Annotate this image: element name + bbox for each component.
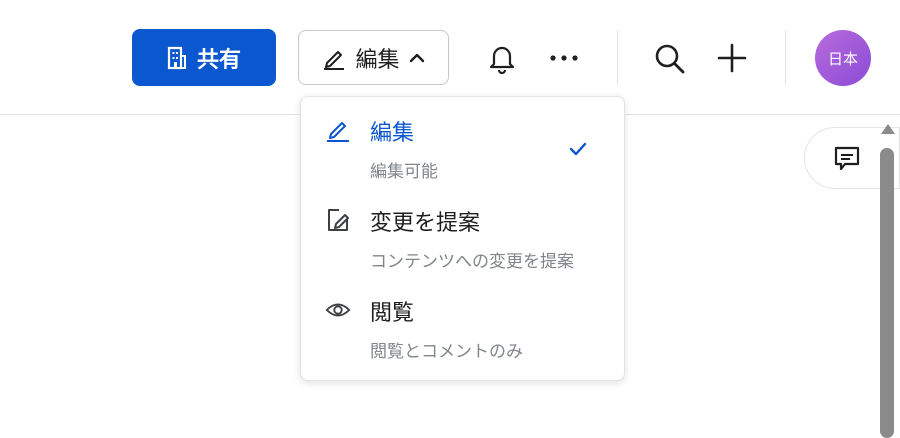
vertical-scrollbar[interactable] [878, 124, 896, 438]
checkmark-icon [569, 141, 587, 160]
menu-item-subtitle: 閲覧とコメントのみ [370, 342, 523, 362]
pencil-icon [325, 117, 351, 143]
editing-mode-label: 編集 [355, 47, 400, 73]
building-icon [167, 46, 187, 70]
editing-mode-button[interactable]: 編集 [298, 30, 449, 85]
scrollbar-thumb[interactable] [880, 148, 894, 438]
editing-mode-menu: 編集 編集可能 変更を提案 コンテンツへの変更を提案 閲覧 閲覧とコメントのみ [300, 96, 625, 381]
chevron-up-icon [408, 52, 426, 64]
menu-item-edit[interactable]: 編集 編集可能 [301, 99, 624, 187]
suggest-edit-icon [325, 207, 351, 233]
add-icon[interactable] [716, 42, 748, 74]
bell-icon[interactable] [486, 42, 518, 74]
toolbar-divider [785, 30, 786, 85]
menu-item-title: 編集 [370, 121, 415, 146]
menu-item-suggest[interactable]: 変更を提案 コンテンツへの変更を提案 [301, 189, 624, 277]
search-icon[interactable] [653, 42, 687, 76]
eye-icon [325, 297, 351, 323]
menu-item-subtitle: コンテンツへの変更を提案 [370, 252, 574, 272]
avatar-text: 日本 [827, 49, 858, 68]
more-options-icon[interactable] [548, 46, 580, 70]
avatar[interactable]: 日本 [815, 30, 871, 86]
comment-icon [833, 144, 861, 172]
toolbar-divider [617, 30, 618, 85]
share-label: 共有 [196, 47, 241, 73]
menu-item-view[interactable]: 閲覧 閲覧とコメントのみ [301, 279, 624, 367]
pencil-icon [321, 45, 347, 71]
share-button[interactable]: 共有 [132, 29, 276, 86]
menu-item-title: 閲覧 [370, 301, 415, 326]
menu-item-subtitle: 編集可能 [370, 162, 438, 182]
scroll-up-arrow-icon[interactable] [881, 124, 895, 134]
menu-item-title: 変更を提案 [370, 211, 481, 236]
